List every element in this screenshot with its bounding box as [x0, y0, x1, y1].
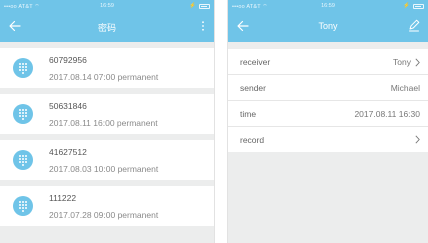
battery-icon [413, 3, 424, 9]
password-list-item[interactable]: 41627512 2017.08.03 10:00 permanent [0, 140, 214, 180]
row-value-group [415, 135, 420, 144]
row-value-group: 2017.08.11 16:30 [354, 109, 420, 119]
row-value-group: Tony [393, 57, 420, 67]
row-value-group: Michael [391, 83, 420, 93]
password-code: 41627512 [49, 147, 87, 157]
app-bar: •••oo AT&T ⌔ 16:59 ⚡ 密码 [0, 0, 214, 42]
password-date: 2017.08.14 07:00 [49, 72, 116, 82]
status-bar: •••oo AT&T ⌔ 16:59 ⚡ [232, 3, 424, 13]
password-list-item[interactable]: 50631846 2017.08.11 16:00 permanent [0, 94, 214, 134]
password-code: 60792956 [49, 55, 87, 65]
password-validity: permanent [116, 118, 158, 128]
password-date: 2017.07.28 09:00 [49, 210, 116, 220]
page-title: Tony [318, 21, 338, 31]
password-list-screen: •••oo AT&T ⌔ 16:59 ⚡ 密码 60792956 2017.08… [0, 0, 214, 243]
password-validity: permanent [117, 164, 159, 174]
charging-icon: ⚡ [403, 3, 410, 9]
row-label: sender [240, 83, 266, 93]
row-label: time [240, 109, 257, 119]
password-code: 50631846 [49, 101, 87, 111]
password-date: 2017.08.03 10:00 [49, 164, 116, 174]
more-options-icon[interactable] [201, 21, 205, 31]
time-row: time 2017.08.11 16:30 [228, 101, 428, 127]
sender-row: sender Michael [228, 75, 428, 101]
password-meta: 2017.08.14 07:00 permanent [49, 72, 158, 82]
battery-indicator: ⚡ [189, 3, 210, 9]
detail-list: receiver Tony sender Michael time 2017.0… [228, 49, 428, 152]
battery-icon [199, 3, 210, 9]
password-date: 2017.08.11 16:00 [49, 118, 115, 128]
chevron-right-icon [415, 135, 420, 144]
row-value: Michael [390, 83, 420, 93]
keypad-icon [13, 104, 33, 124]
chevron-right-icon [415, 57, 420, 67]
row-label: receiver [240, 57, 271, 67]
password-code: 111222 [49, 193, 77, 203]
row-value: Tony [393, 57, 411, 67]
password-meta: 2017.08.11 16:00 permanent [49, 118, 158, 128]
password-validity: permanent [117, 210, 159, 220]
password-list-item[interactable]: 111222 2017.07.28 09:00 permanent [0, 186, 214, 226]
status-time: 16:59 [321, 3, 335, 9]
app-bar: •••oo AT&T ⌔ 16:59 ⚡ Tony [228, 0, 428, 42]
password-meta: 2017.08.03 10:00 permanent [49, 164, 158, 174]
charging-icon: ⚡ [189, 3, 196, 9]
receiver-row[interactable]: receiver Tony [228, 49, 428, 75]
row-value: 2017.08.11 16:30 [354, 109, 420, 119]
page-title: 密码 [97, 23, 116, 33]
password-list-item[interactable]: 60792956 2017.08.14 07:00 permanent [0, 48, 214, 88]
password-meta: 2017.07.28 09:00 permanent [49, 210, 158, 220]
battery-indicator: ⚡ [403, 3, 424, 9]
password-detail-screen: •••oo AT&T ⌔ 16:59 ⚡ Tony receiver Tony … [228, 0, 428, 243]
keypad-icon [13, 58, 33, 78]
record-row[interactable]: record [228, 127, 428, 152]
status-time: 16:59 [100, 3, 114, 9]
keypad-icon [13, 196, 33, 216]
edit-pencil-icon[interactable] [407, 18, 421, 32]
status-bar: •••oo AT&T ⌔ 16:59 ⚡ [4, 3, 210, 13]
password-validity: permanent [117, 72, 159, 82]
keypad-icon [13, 150, 33, 170]
row-label: record [240, 135, 265, 145]
